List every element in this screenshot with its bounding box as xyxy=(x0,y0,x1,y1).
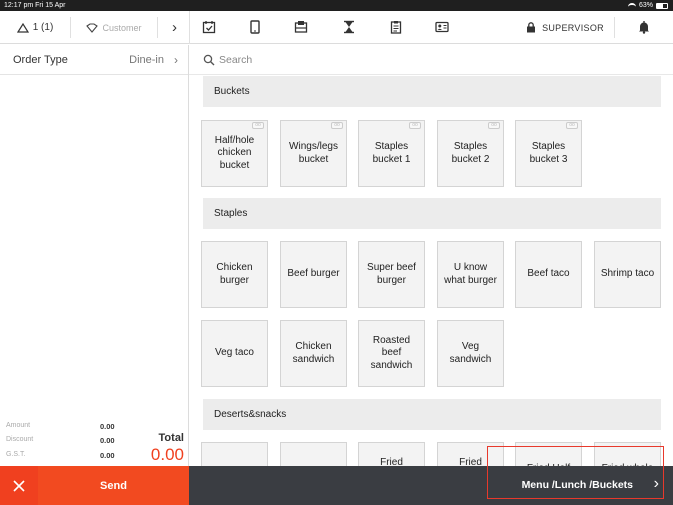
menu-item-tile[interactable]: Roasted beef sandwich xyxy=(358,320,425,387)
chevron-right-icon: › xyxy=(174,53,178,67)
gst-value: 0.00 xyxy=(100,451,115,460)
battery-icon xyxy=(656,2,668,9)
search-bar xyxy=(189,45,673,75)
menu-area: Buckets ooHalf/hole chicken bucket ooWin… xyxy=(189,45,673,466)
customer-label: Customer xyxy=(102,22,142,33)
combo-icon: oo xyxy=(566,122,578,129)
table-selector[interactable]: 1 (1) xyxy=(0,11,70,44)
menu-item-tile[interactable]: Veg sandwich xyxy=(437,320,504,387)
supervisor-button[interactable]: SUPERVISOR xyxy=(520,11,610,44)
cancel-button[interactable] xyxy=(0,466,38,505)
menu-item-tile[interactable]: Beef taco xyxy=(515,241,582,308)
search-icon xyxy=(203,54,215,66)
combo-icon: oo xyxy=(252,122,264,129)
table-icon xyxy=(16,22,29,33)
send-button[interactable]: Send xyxy=(38,466,189,505)
menu-item-tile[interactable]: oo Staples bucket 1 xyxy=(358,120,425,187)
menu-item-tile[interactable] xyxy=(201,442,268,466)
discount-value: 0.00 xyxy=(100,436,115,445)
menu-item-tile[interactable]: U know what burger xyxy=(437,241,504,308)
customer-tag-icon xyxy=(86,22,99,33)
section-header-staples: Staples xyxy=(203,198,661,229)
menu-item-tile[interactable]: Chicken burger xyxy=(201,241,268,308)
supervisor-label: SUPERVISOR xyxy=(542,22,604,33)
totals-summary: Amount 0.00 Discount 0.00 G.S.T. 0.00 To… xyxy=(0,417,188,466)
lock-icon xyxy=(527,22,536,33)
chevron-right-icon[interactable]: › xyxy=(654,475,659,493)
bell-icon[interactable] xyxy=(636,19,652,35)
total-label: Total xyxy=(158,432,184,444)
discount-label: Discount xyxy=(6,436,34,443)
menu-item-tile[interactable]: oo Staples bucket 2 xyxy=(437,120,504,187)
table-label: 1 (1) xyxy=(32,22,54,33)
combo-icon: oo xyxy=(409,122,421,129)
menu-item-tile[interactable]: oo Wings/legs bucket xyxy=(280,120,347,187)
section-header-buckets: Buckets xyxy=(203,76,661,107)
menu-item-tile[interactable]: oo Staples bucket 3 xyxy=(515,120,582,187)
menu-item-tile[interactable]: Veg taco xyxy=(201,320,268,387)
hourglass-icon[interactable] xyxy=(341,19,357,35)
menu-item-tile[interactable]: Fried xyxy=(437,442,504,466)
battery-percent: 63% xyxy=(638,2,653,9)
order-panel: Order Type Dine-in › Amount 0.00 Discoun… xyxy=(0,45,189,466)
gst-label: G.S.T. xyxy=(6,451,26,458)
cash-drawer-icon[interactable] xyxy=(293,19,309,35)
status-bar: 12:17 pm Fri 15 Apr 63% xyxy=(0,0,673,11)
section-header-deserts-snacks: Deserts&snacks xyxy=(203,399,661,430)
order-type-label: Order Type xyxy=(13,54,68,66)
wifi-icon xyxy=(627,2,636,9)
id-card-icon[interactable] xyxy=(434,19,450,35)
order-type-value: Dine-in xyxy=(129,54,164,66)
customer-selector[interactable]: Customer xyxy=(71,11,157,44)
menu-item-tile[interactable]: Fried whole xyxy=(594,442,661,466)
close-icon xyxy=(13,479,25,492)
menu-item-tile[interactable]: Chicken sandwich xyxy=(280,320,347,387)
combo-icon: oo xyxy=(488,122,500,129)
combo-icon: oo xyxy=(331,122,343,129)
menu-item-tile[interactable] xyxy=(280,442,347,466)
total-value: 0.00 xyxy=(150,445,184,464)
status-time-date: 12:17 pm Fri 15 Apr xyxy=(4,2,66,9)
calendar-check-icon[interactable] xyxy=(201,19,217,35)
order-type-row[interactable]: Order Type Dine-in › xyxy=(0,45,188,75)
menu-item-tile[interactable]: oo Half/hole chicken bucket xyxy=(201,120,268,187)
menu-item-tile[interactable]: Beef burger xyxy=(280,241,347,308)
menu-item-tile[interactable]: Shrimp taco xyxy=(594,241,661,308)
menu-breadcrumb[interactable]: Menu /Lunch /Buckets xyxy=(522,479,633,491)
status-right: 63% xyxy=(627,0,668,11)
clipboard-icon[interactable] xyxy=(388,19,404,35)
amount-value: 0.00 xyxy=(100,422,115,431)
menu-item-tile[interactable]: Fried Half xyxy=(515,442,582,466)
tablet-icon[interactable] xyxy=(247,19,263,35)
top-bar: 1 (1) Customer › SUPERVISOR xyxy=(0,11,673,44)
expand-chevron-icon[interactable]: › xyxy=(160,11,189,44)
search-input[interactable] xyxy=(219,51,649,69)
bottom-bar: Send Menu /Lunch /Buckets › xyxy=(0,466,673,505)
menu-item-tile[interactable]: Super beef burger xyxy=(358,241,425,308)
amount-label: Amount xyxy=(6,422,31,429)
menu-item-tile[interactable]: Fried xyxy=(358,442,425,466)
